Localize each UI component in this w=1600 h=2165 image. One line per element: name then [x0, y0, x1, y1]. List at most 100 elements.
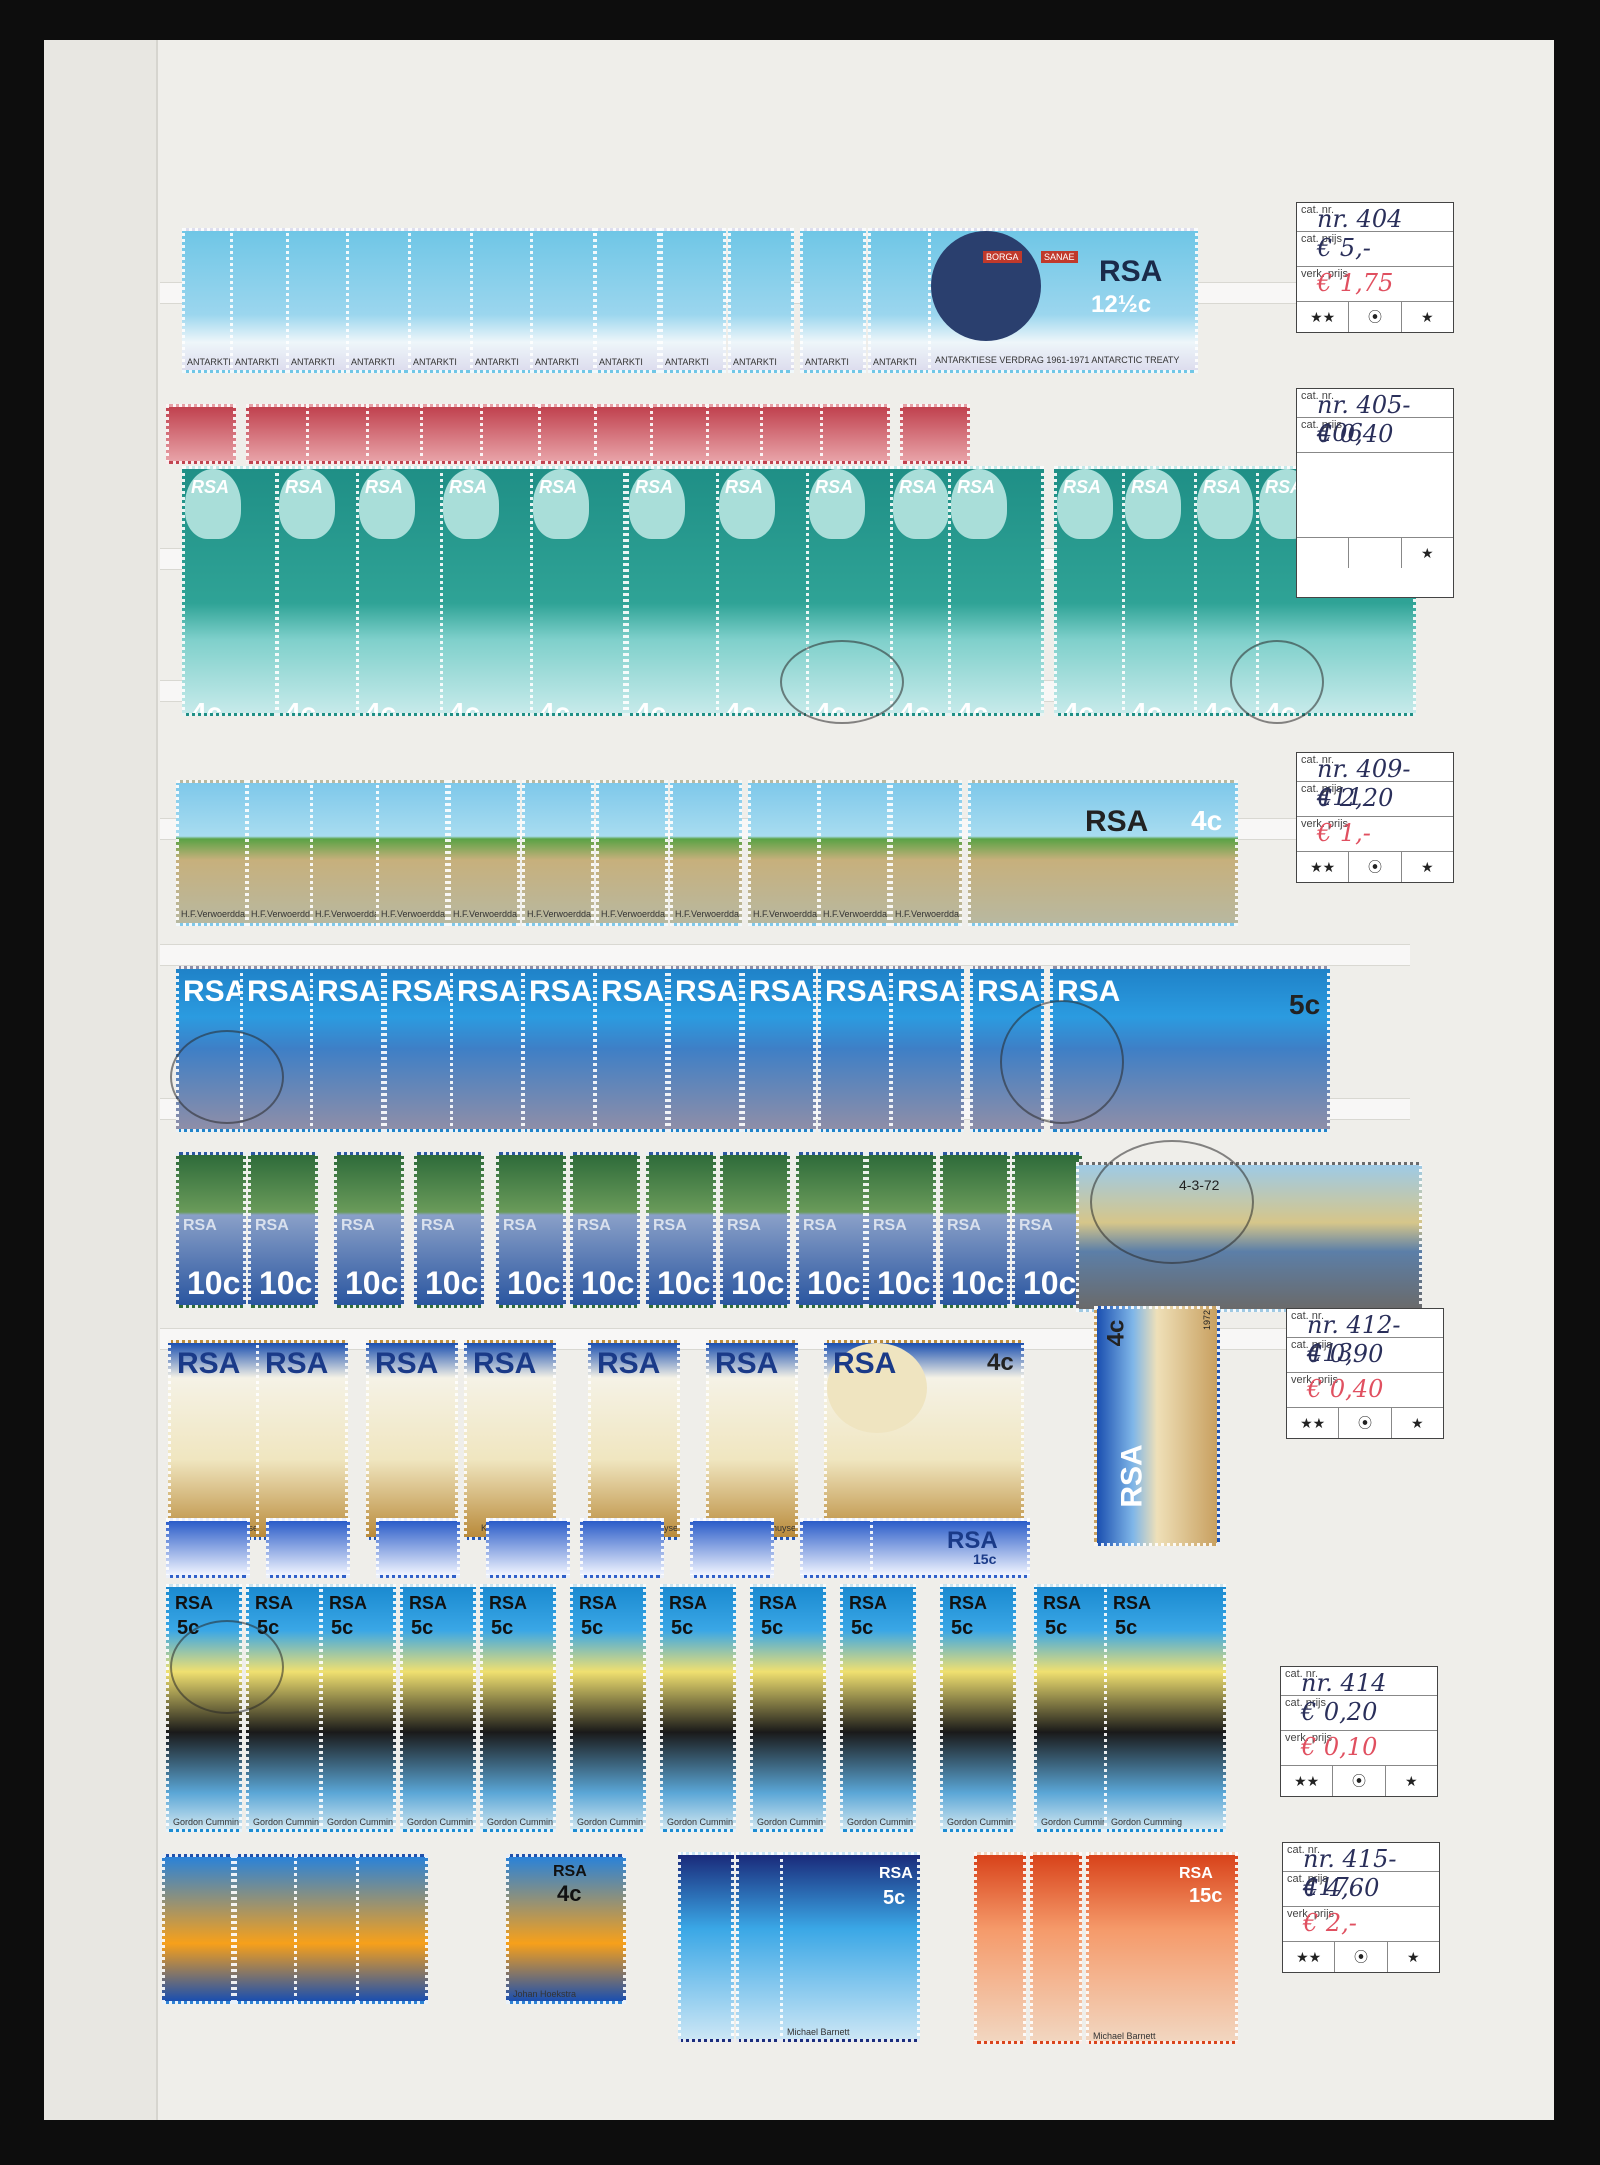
- sell-price: € 1,75: [1317, 269, 1394, 297]
- stamp-value: 10c: [507, 1265, 561, 1301]
- stamp-sky-industry: [974, 1852, 1026, 2044]
- country-label: RSA: [473, 1347, 537, 1380]
- catalog-price: € 0,90: [1307, 1340, 1384, 1368]
- stamp-value: 4c: [1063, 697, 1095, 716]
- sell-price: € 2,-: [1303, 1909, 1357, 1937]
- stamp-lightning-blue: RSA: [668, 966, 742, 1132]
- stamp-antarctic: ANTARKTI: [408, 228, 474, 373]
- stamp-antarctic: ANTARKTI: [868, 228, 934, 373]
- country-label: RSA: [1043, 1593, 1082, 1613]
- price-card: cat. nr. nr. 412-413 cat. prijs € 0,90 ver…: [1286, 1308, 1444, 1439]
- stamp-portrait-teal: RSA 4c: [182, 466, 278, 716]
- country-label: RSA: [183, 1217, 217, 1234]
- country-label: RSA: [391, 975, 455, 1008]
- postmark: [170, 1620, 284, 1714]
- stamp-antarctic: ANTARKTI: [286, 228, 352, 373]
- stamp-antarctic: ANTARKTI: [660, 228, 726, 373]
- stamp-lightning-blue: RSA: [594, 966, 668, 1132]
- stamp-lightning-blue: RSA: [450, 966, 524, 1132]
- stamp-jet-blue: RSA 15c: [870, 1518, 1030, 1578]
- country-label: RSA: [653, 1217, 687, 1234]
- stamp-portrait-teal: RSA 4c: [530, 466, 626, 716]
- catalog-number: nr. 414: [1301, 1669, 1387, 1697]
- stamp-value: 10c: [807, 1265, 861, 1301]
- stamp-value: 10c: [259, 1265, 313, 1301]
- stamp-power-station: RSA 4c Johan Hoekstra: [506, 1854, 626, 2004]
- country-label: RSA: [833, 1347, 897, 1380]
- stamp-caption: ANTARKTI: [665, 357, 709, 367]
- postmark: [1090, 1140, 1254, 1264]
- country-label: RSA: [1085, 805, 1149, 838]
- stamp-cat: RSA 5c Gordon Cumming: [1034, 1584, 1110, 1832]
- price-card: cat. nr. nr. 404 cat. prijs € 5,- verk. pr…: [1296, 202, 1454, 333]
- stamp-portrait-teal: RSA 4c: [626, 466, 722, 716]
- stamp-antarctic: ANTARKTI: [530, 228, 596, 373]
- stamp-jet-blue: [376, 1518, 460, 1578]
- catalog-number: nr. 404: [1317, 205, 1403, 233]
- stamp-lightning-blue: RSA: [310, 966, 384, 1132]
- stamp-value: 5c: [761, 1617, 784, 1639]
- stamp-portrait-green: RSA 10c: [496, 1152, 566, 1308]
- stamp-dam-landscape: H.F.Verwoerddam 1972: [310, 780, 382, 926]
- stamp-value: 4c: [557, 1881, 582, 1906]
- stamp-caption: ANTARKTI: [599, 357, 643, 367]
- stamp-caption: Gordon Cumming: [407, 1817, 476, 1827]
- country-label: RSA: [815, 477, 854, 497]
- country-label: RSA: [175, 1593, 214, 1613]
- country-label: RSA: [825, 975, 889, 1008]
- price-card: cat. nr. nr. 405-406 cat. prijs € 0,40 ★: [1296, 388, 1454, 598]
- stamp-value: 10c: [731, 1265, 785, 1301]
- country-label: RSA: [897, 975, 961, 1008]
- stamp-red-heritage: [900, 404, 970, 464]
- stamp-value: 4c: [899, 697, 931, 716]
- stamp-red-heritage: [166, 404, 236, 464]
- stamp-caption: ANTARKTI: [475, 357, 519, 367]
- stamp-value: 5c: [1289, 989, 1321, 1020]
- sell-price: € 0,40: [1307, 1375, 1384, 1403]
- stamp-cat: RSA 5c Gordon Cumming: [840, 1584, 916, 1832]
- stamp-cat: RSA 5c Gordon Cumming: [570, 1584, 646, 1832]
- stamp-dam-landscape: H.F.Verwoerddam 1972: [522, 780, 594, 926]
- postmark: [1000, 1000, 1124, 1124]
- stamp-jet-blue: [166, 1518, 250, 1578]
- stamp-portrait-teal: RSA 4c: [948, 466, 1044, 716]
- stamp-antarctic: ANTARKTI: [470, 228, 536, 373]
- stamp-dam-landscape: H.F.Verwoerddam 1972: [748, 780, 820, 926]
- stamp-value: 4c: [365, 697, 397, 716]
- stamp-caption: H.F.Verwoerddam 1972: [453, 909, 520, 919]
- stamp-caption: Gordon Cumming: [253, 1817, 322, 1827]
- stamp-sheep: RSAKobus Esterhuysen: [588, 1340, 680, 1540]
- stamp-caption: H.F.Verwoerddam 1972: [823, 909, 890, 919]
- stamp-value: 4c: [1131, 697, 1163, 716]
- country-label: RSA: [265, 1347, 329, 1380]
- stamp-caption: Michael Barnett: [1093, 2031, 1156, 2041]
- stamp-dam-landscape: H.F.Verwoerddam 1972: [448, 780, 520, 926]
- country-label: RSA: [365, 477, 404, 497]
- stamp-value: 4c: [191, 697, 223, 716]
- stamp-portrait-teal: RSA 4c: [440, 466, 536, 716]
- stamp-value: 4c: [957, 697, 989, 716]
- postmark: [170, 1030, 284, 1124]
- catalog-price: € 5,-: [1317, 234, 1371, 262]
- country-label: RSA: [1063, 477, 1102, 497]
- stamp-value: 4c: [635, 697, 667, 716]
- grade-boxes: ★★ ⦿ ★: [1297, 852, 1453, 882]
- stamp-lightning-blue: RSA: [890, 966, 964, 1132]
- stamp-sky-industry: RSA 15c Michael Barnett: [1086, 1852, 1238, 2044]
- stamp-power-station: [162, 1854, 234, 2004]
- stamp-cat: RSA 5c Gordon Cumming: [1104, 1584, 1226, 1832]
- country-label: RSA: [957, 477, 996, 497]
- stamp-caption: H.F.Verwoerddam 1972: [527, 909, 594, 919]
- grade-boxes: ★★ ⦿ ★: [1281, 1766, 1437, 1796]
- stamp-lightning-blue: RSA: [818, 966, 892, 1132]
- stamp-dam-landscape: H.F.Verwoerddam 1972: [176, 780, 248, 926]
- stamp-caption: ANTARKTI: [805, 357, 849, 367]
- grade-boxes: ★★ ⦿ ★: [1297, 302, 1453, 332]
- country-label: RSA: [183, 975, 247, 1008]
- stamp-caption: Gordon Cumming: [173, 1817, 242, 1827]
- stamp-pylon: RSA 5c Michael Barnett: [780, 1852, 920, 2042]
- country-label: RSA: [949, 1593, 988, 1613]
- country-label: RSA: [601, 975, 665, 1008]
- stamp-dam-landscape: H.F.Verwoerddam 1972: [596, 780, 668, 926]
- stamp-caption: Gordon Cumming: [947, 1817, 1016, 1827]
